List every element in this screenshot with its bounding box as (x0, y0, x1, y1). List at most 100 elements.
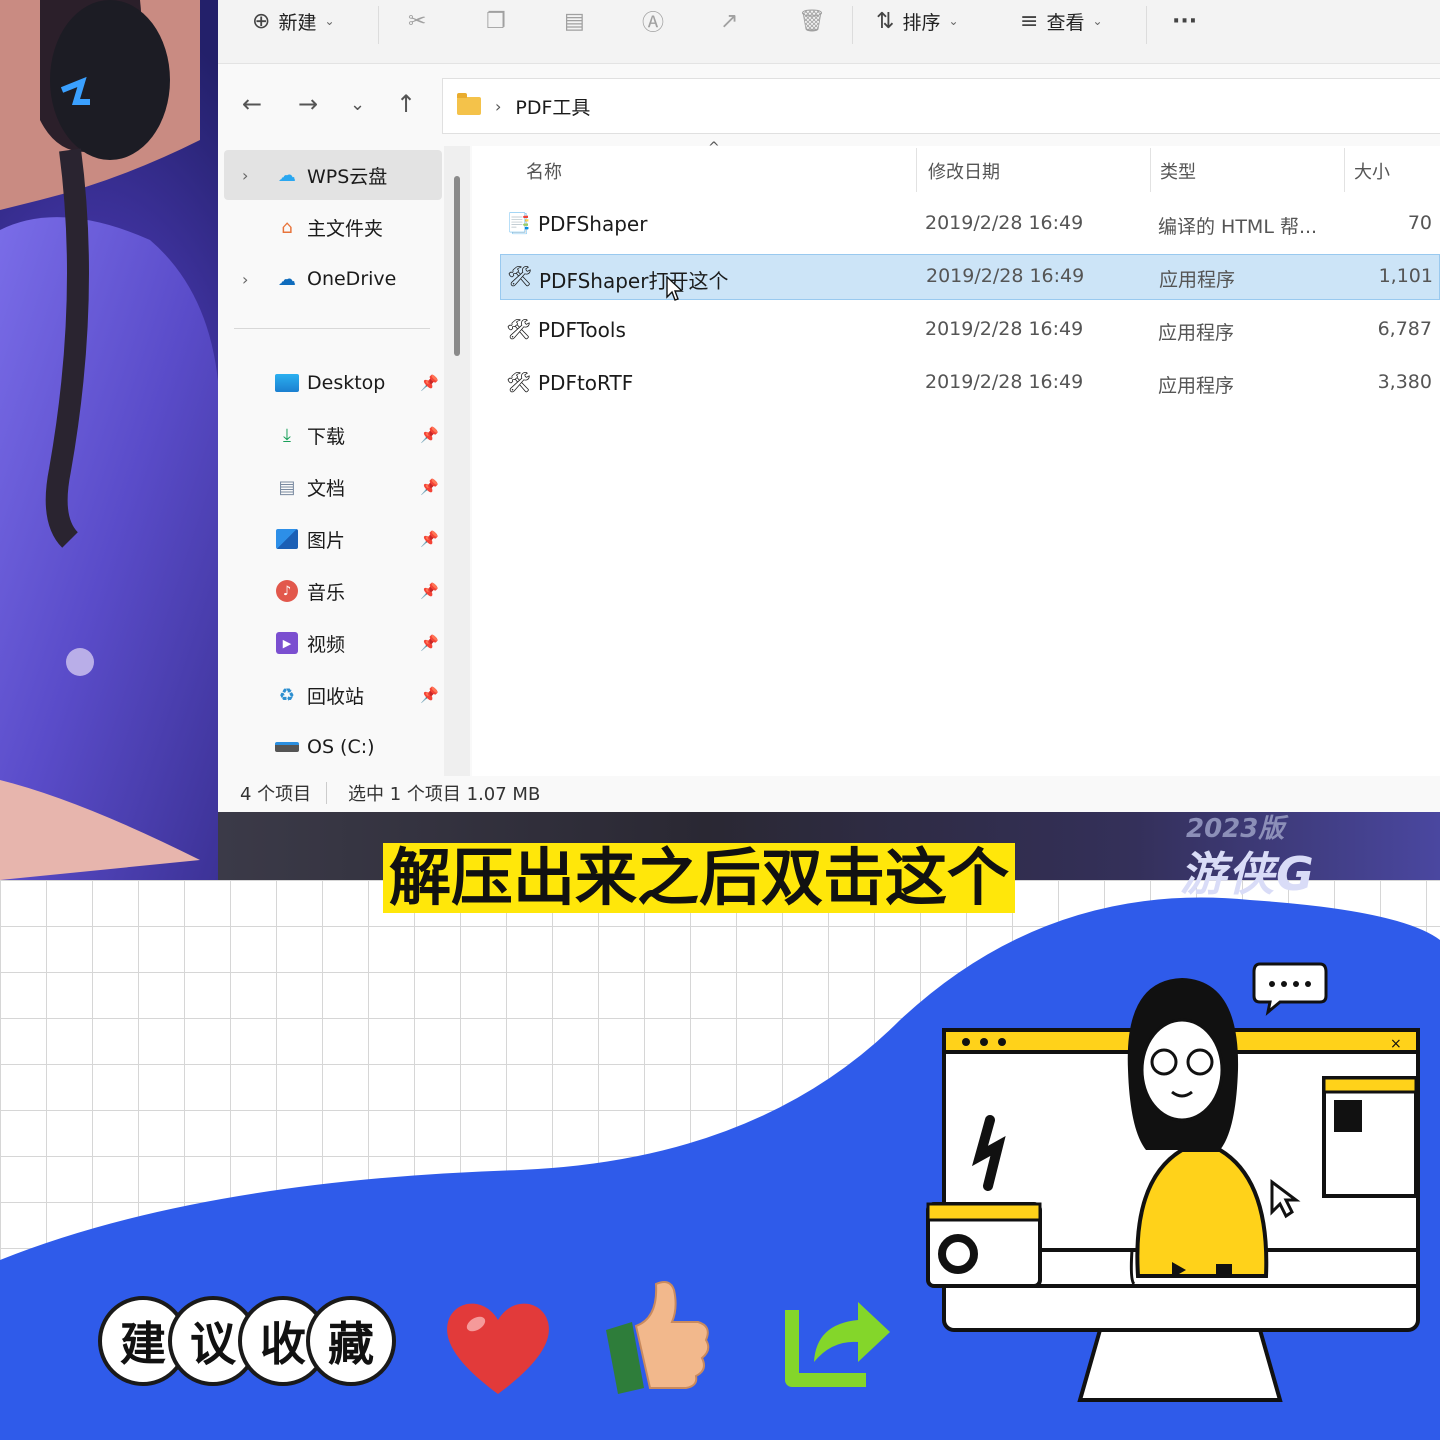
trash-icon: 🗑 (798, 8, 826, 34)
desktop-icon (274, 371, 300, 395)
sidebar-item-label: 主文件夹 (307, 217, 384, 240)
share-arrow-icon[interactable] (770, 1280, 896, 1392)
status-item-count: 4 个项目 (240, 784, 312, 805)
thumbs-up-icon[interactable] (600, 1278, 712, 1394)
video-icon: ▶ (274, 631, 300, 655)
file-list: 名称 ^ 修改日期 类型 大小 📑 PDFShaper 2019/2/28 16… (472, 140, 1440, 776)
picture-icon (274, 527, 300, 551)
sort-label: 排序 (902, 11, 941, 34)
file-size: 70 (1407, 212, 1432, 234)
sort-button[interactable]: ⇅ 排序 ⌄ (876, 6, 959, 36)
column-header-name[interactable]: 名称 (526, 158, 562, 184)
new-label: 新建 (278, 11, 317, 34)
share-button[interactable]: ↗ (720, 6, 738, 36)
delete-button[interactable]: 🗑 (798, 6, 826, 36)
divider (234, 328, 430, 329)
chevron-down-icon: ⌄ (948, 14, 959, 28)
application-icon: 🛠 (506, 317, 532, 341)
more-icon: ··· (1172, 8, 1198, 34)
file-size: 1,101 (1378, 265, 1433, 287)
column-divider[interactable] (916, 148, 917, 192)
photo-figure (0, 0, 220, 880)
sidebar-item-downloads[interactable]: ⤓ 下载 📌 (224, 410, 442, 460)
sidebar-item-documents[interactable]: ▤ 文档 📌 (224, 462, 442, 512)
more-button[interactable]: ··· (1172, 6, 1197, 36)
file-row-selected[interactable]: 🛠 PDFShaper打开这个 2019/2/28 16:49 应用程序 1,1… (500, 254, 1440, 300)
sidebar-item-label: OneDrive (307, 268, 397, 290)
video-caption: 解压出来之后双击这个 (383, 843, 1016, 913)
back-arrow-icon[interactable]: ← (242, 90, 262, 118)
pin-icon[interactable]: 📌 (420, 374, 439, 392)
file-name: PDFtoRTF (538, 371, 634, 395)
file-name: PDFShaper (538, 212, 648, 236)
breadcrumb-folder[interactable]: PDF工具 (515, 93, 590, 120)
file-row[interactable]: 🛠 PDFTools 2019/2/28 16:49 应用程序 6,787 (500, 308, 1440, 354)
pin-icon[interactable]: 📌 (420, 478, 439, 496)
recent-chevron-icon[interactable]: ⌄ (350, 94, 365, 115)
navigation-row: ← → ⌄ ↑ › PDF工具 (218, 66, 1440, 146)
download-icon: ⤓ (283, 424, 291, 446)
column-header-size[interactable]: 大小 (1354, 158, 1390, 184)
sidebar-item-recycle-bin[interactable]: ♻ 回收站 📌 (224, 670, 442, 720)
column-header-type[interactable]: 类型 (1160, 158, 1196, 184)
sidebar-item-wps-cloud[interactable]: › ☁ WPS云盘 (224, 150, 442, 200)
sidebar-item-label: Desktop (307, 372, 386, 394)
document-icon: ▤ (278, 476, 296, 498)
sidebar-item-onedrive[interactable]: › ☁ OneDrive (224, 254, 442, 304)
sidebar-item-desktop[interactable]: Desktop 📌 (224, 358, 442, 408)
chevron-right-icon: › (242, 269, 249, 289)
up-arrow-icon[interactable]: ↑ (396, 90, 416, 118)
sidebar-item-os-drive[interactable]: OS (C:) (224, 722, 442, 772)
plus-circle-icon: ⊕ (252, 8, 271, 34)
pin-icon[interactable]: 📌 (420, 426, 439, 444)
file-date: 2019/2/28 16:49 (926, 265, 1085, 287)
sidebar-item-label: 下载 (307, 425, 346, 448)
status-selection: 选中 1 个项目 1.07 MB (348, 784, 541, 805)
presenter-illustration: × (926, 962, 1420, 1402)
forward-arrow-icon[interactable]: → (298, 90, 318, 118)
new-button[interactable]: ⊕ 新建 ⌄ (252, 6, 335, 36)
drive-icon (274, 735, 300, 759)
scrollbar-thumb[interactable] (454, 176, 460, 356)
pin-icon[interactable]: 📌 (420, 634, 439, 652)
chevron-right-icon: › (242, 165, 249, 185)
sidebar-item-videos[interactable]: ▶ 视频 📌 (224, 618, 442, 668)
cut-button[interactable]: ✂ (408, 6, 426, 36)
column-divider[interactable] (1344, 148, 1345, 192)
music-icon: ♪ (274, 579, 300, 603)
file-row[interactable]: 🛠 PDFtoRTF 2019/2/28 16:49 应用程序 3,380 (500, 361, 1440, 407)
sidebar-item-label: OS (C:) (307, 736, 375, 758)
column-header-date[interactable]: 修改日期 (928, 158, 1000, 184)
divider (378, 6, 379, 44)
heart-icon[interactable] (442, 1298, 554, 1398)
folder-icon (457, 93, 481, 115)
sidebar-item-music[interactable]: ♪ 音乐 📌 (224, 566, 442, 616)
file-row[interactable]: 📑 PDFShaper 2019/2/28 16:49 编译的 HTML 帮..… (500, 202, 1440, 248)
pin-icon[interactable]: 📌 (420, 582, 439, 600)
address-bar[interactable]: › PDF工具 (442, 78, 1440, 134)
sidebar-item-pictures[interactable]: 图片 📌 (224, 514, 442, 564)
mouse-cursor-icon (666, 276, 684, 301)
home-icon: ⌂ (281, 216, 293, 238)
divider (326, 782, 327, 804)
sidebar-item-home[interactable]: ⌂ 主文件夹 (224, 202, 442, 252)
sort-icon: ⇅ (876, 8, 895, 34)
breadcrumb-chevron-icon: › (495, 96, 502, 116)
onedrive-cloud-icon: ☁ (278, 268, 296, 290)
rename-button[interactable]: Ⓐ (642, 6, 664, 36)
file-size: 6,787 (1377, 318, 1432, 340)
view-button[interactable]: ≡ 查看 ⌄ (1020, 6, 1103, 36)
status-bar: 4 个项目 选中 1 个项目 1.07 MB (218, 776, 1440, 812)
share-icon: ↗ (720, 8, 739, 34)
column-divider[interactable] (1150, 148, 1151, 192)
sidebar-item-label: 视频 (307, 633, 346, 656)
navigation-pane: › ☁ WPS云盘 ⌂ 主文件夹 › ☁ OneDrive Desktop 📌 … (218, 146, 470, 776)
pin-icon[interactable]: 📌 (420, 530, 439, 548)
paste-button[interactable]: ▤ (564, 6, 585, 36)
application-icon: 🛠 (506, 370, 532, 394)
pin-icon[interactable]: 📌 (420, 686, 439, 704)
file-date: 2019/2/28 16:49 (925, 212, 1084, 234)
copy-button[interactable]: ❐ (486, 6, 506, 36)
view-label: 查看 (1046, 11, 1085, 34)
clipboard-icon: ▤ (564, 8, 585, 34)
